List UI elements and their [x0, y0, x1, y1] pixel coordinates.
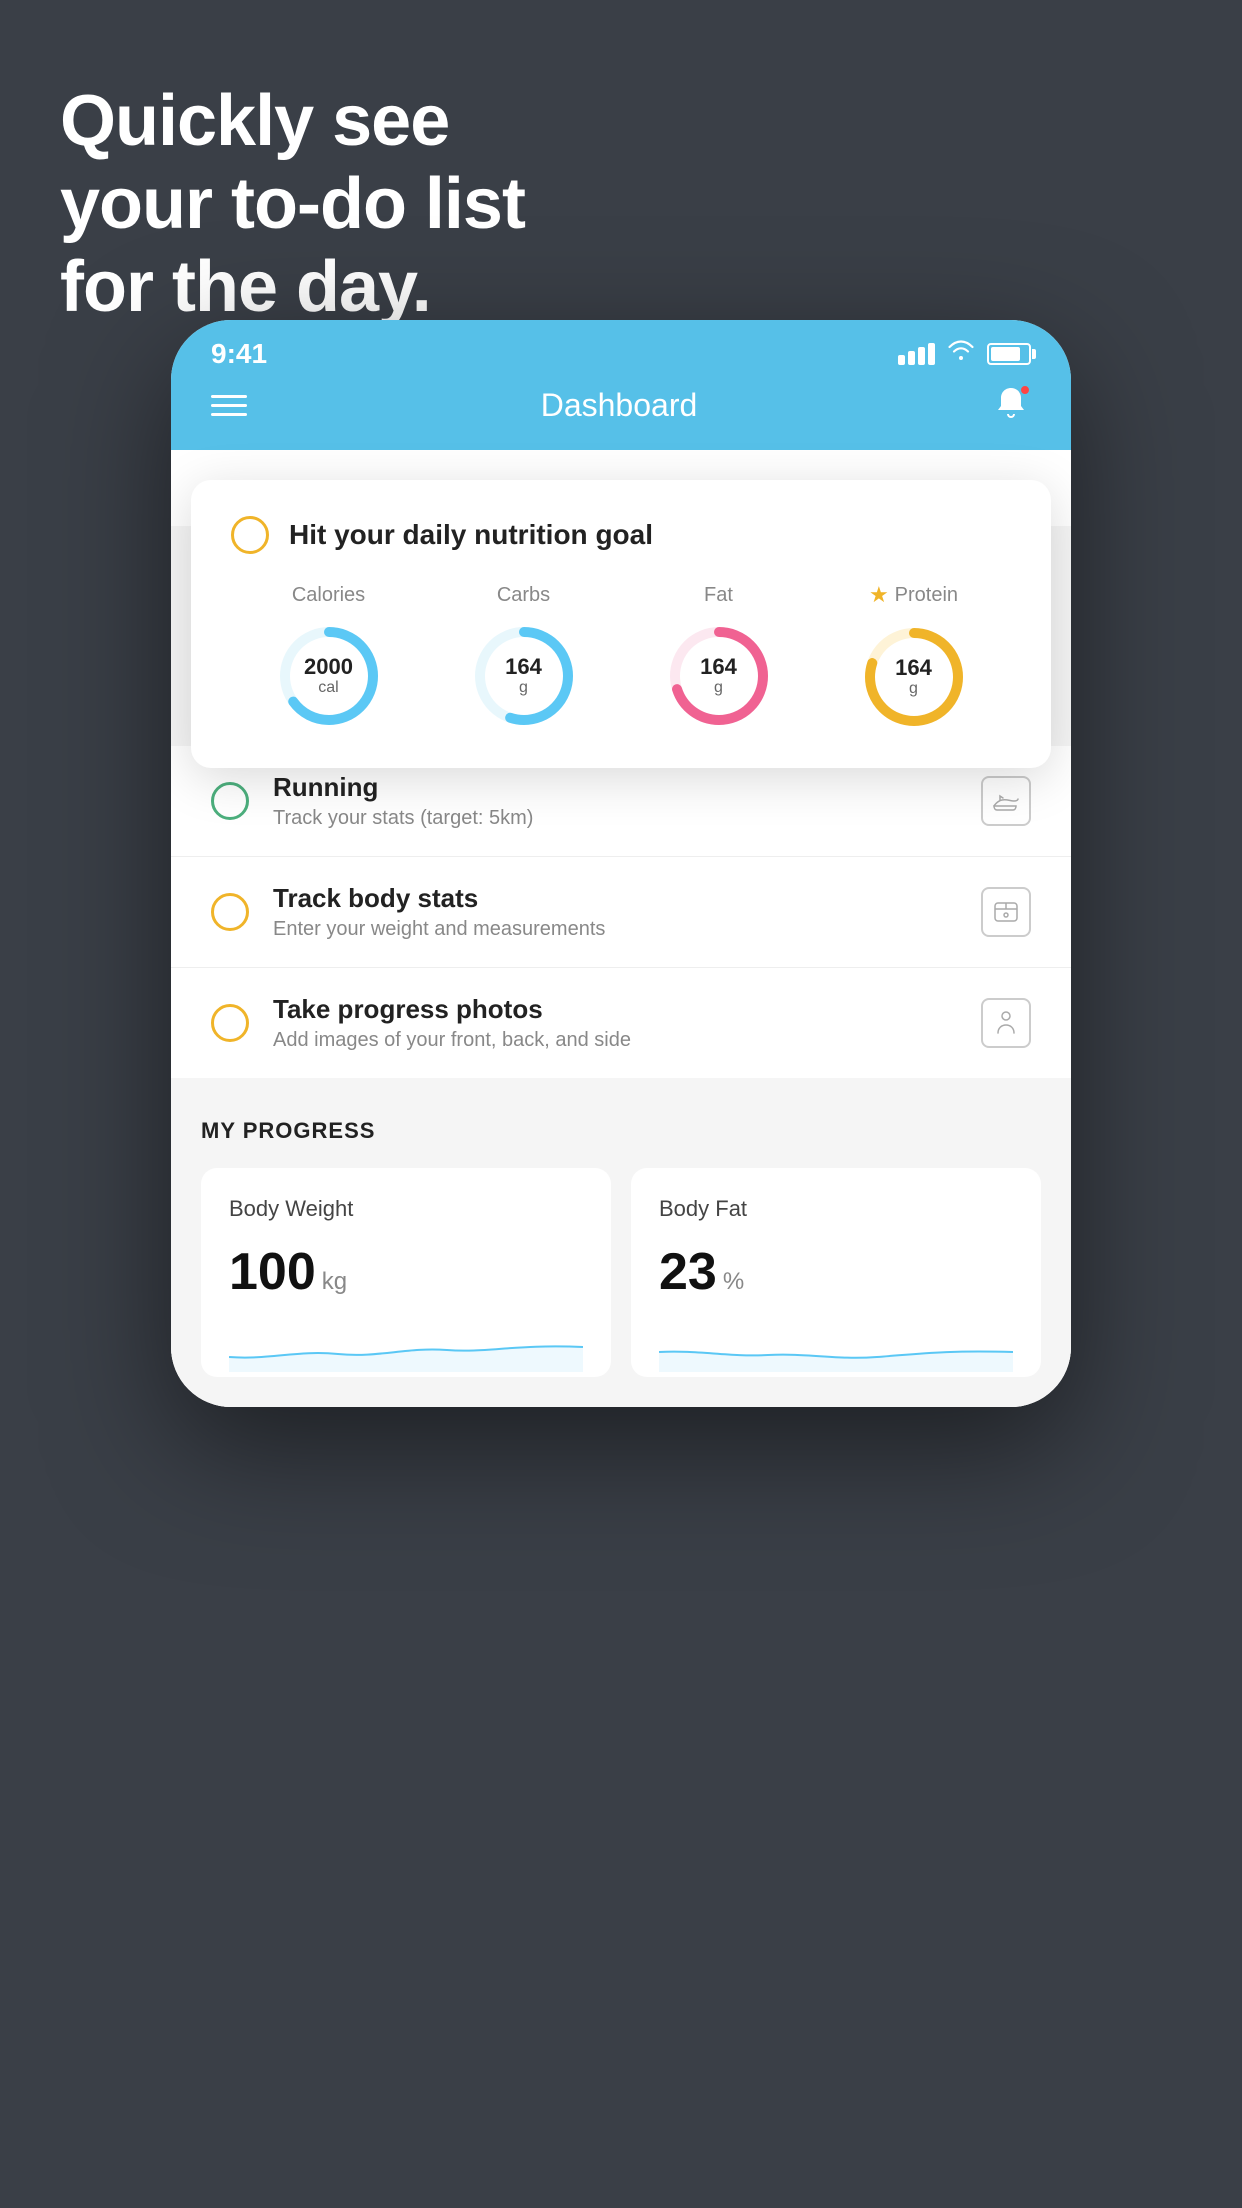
notification-dot	[1019, 384, 1031, 396]
carbs-unit: g	[519, 679, 528, 696]
body-fat-value-wrapper: 23 %	[659, 1242, 1013, 1302]
person-icon	[992, 1009, 1020, 1037]
photos-title: Take progress photos	[273, 994, 957, 1025]
running-title: Running	[273, 772, 957, 803]
hero-line2: your to-do list	[60, 163, 525, 246]
hero-line1: Quickly see	[60, 80, 525, 163]
progress-cards: Body Weight 100 kg Body Fat 23 %	[201, 1168, 1041, 1377]
fat-unit: g	[714, 679, 723, 696]
signal-icon	[898, 343, 935, 365]
nutrition-radio[interactable]	[231, 516, 269, 554]
todo-item-progress-photos[interactable]: Take progress photos Add images of your …	[171, 968, 1071, 1078]
body-fat-sparkline	[659, 1322, 1013, 1372]
calories-stat: Calories 2000 cal	[274, 584, 384, 731]
carbs-donut: 164 g	[469, 621, 579, 731]
protein-donut: 164 g	[859, 622, 969, 732]
shoe-icon-box	[981, 776, 1031, 826]
protein-label-wrapper: ★ Protein	[869, 582, 958, 608]
photos-subtitle: Add images of your front, back, and side	[273, 1029, 957, 1052]
body-fat-number: 23	[659, 1242, 717, 1302]
nutrition-card-header: Hit your daily nutrition goal	[231, 516, 1011, 554]
fat-stat: Fat 164 g	[664, 584, 774, 731]
calories-donut: 2000 cal	[274, 621, 384, 731]
battery-icon	[987, 343, 1031, 365]
body-weight-value-wrapper: 100 kg	[229, 1242, 583, 1302]
hamburger-menu[interactable]	[211, 395, 247, 416]
protein-unit: g	[909, 680, 918, 697]
protein-value: 164	[895, 656, 932, 680]
running-subtitle: Track your stats (target: 5km)	[273, 807, 957, 830]
body-weight-number: 100	[229, 1242, 316, 1302]
hero-text: Quickly see your to-do list for the day.	[60, 80, 525, 328]
carbs-label: Carbs	[497, 584, 550, 607]
running-text: Running Track your stats (target: 5km)	[273, 772, 957, 830]
body-weight-unit: kg	[322, 1268, 347, 1296]
progress-title: MY PROGRESS	[201, 1118, 1041, 1144]
nutrition-card-title: Hit your daily nutrition goal	[289, 519, 653, 551]
shoe-icon	[992, 787, 1020, 815]
scale-icon	[992, 898, 1020, 926]
status-bar: 9:41	[171, 320, 1071, 370]
calories-label: Calories	[292, 584, 365, 607]
notification-bell-icon[interactable]	[991, 384, 1031, 426]
body-weight-sparkline	[229, 1322, 583, 1372]
phone-frame: 9:41 Dashboard	[171, 320, 1071, 1407]
protein-label: Protein	[895, 584, 958, 607]
todo-item-body-stats[interactable]: Track body stats Enter your weight and m…	[171, 857, 1071, 968]
nutrition-card: Hit your daily nutrition goal Calories 2…	[191, 480, 1051, 768]
calories-value: 2000	[304, 654, 353, 678]
body-fat-card: Body Fat 23 %	[631, 1168, 1041, 1377]
fat-value: 164	[700, 654, 737, 678]
body-stats-text: Track body stats Enter your weight and m…	[273, 883, 957, 941]
calories-unit: cal	[318, 679, 338, 696]
body-stats-radio	[211, 893, 249, 931]
protein-stat: ★ Protein 164 g	[859, 582, 969, 732]
photos-text: Take progress photos Add images of your …	[273, 994, 957, 1052]
nutrition-stats: Calories 2000 cal Carbs	[231, 582, 1011, 732]
person-icon-box	[981, 998, 1031, 1048]
scale-icon-box	[981, 887, 1031, 937]
progress-section: MY PROGRESS Body Weight 100 kg B	[171, 1078, 1071, 1407]
body-stats-subtitle: Enter your weight and measurements	[273, 918, 957, 941]
photos-radio	[211, 1004, 249, 1042]
nav-title: Dashboard	[541, 387, 698, 424]
body-weight-card: Body Weight 100 kg	[201, 1168, 611, 1377]
carbs-stat: Carbs 164 g	[469, 584, 579, 731]
todo-list: Running Track your stats (target: 5km) T…	[171, 746, 1071, 1078]
top-nav: Dashboard	[171, 370, 1071, 450]
running-radio	[211, 782, 249, 820]
star-icon: ★	[869, 582, 889, 608]
body-stats-title: Track body stats	[273, 883, 957, 914]
body-fat-unit: %	[723, 1268, 744, 1296]
phone-content: THINGS TO DO TODAY Hit your daily nutrit…	[171, 450, 1071, 1407]
fat-donut: 164 g	[664, 621, 774, 731]
fat-label: Fat	[704, 584, 733, 607]
carbs-value: 164	[505, 654, 542, 678]
status-time: 9:41	[211, 338, 267, 370]
body-fat-title: Body Fat	[659, 1196, 1013, 1222]
wifi-icon	[947, 340, 975, 369]
body-weight-title: Body Weight	[229, 1196, 583, 1222]
status-icons	[898, 340, 1031, 369]
hero-line3: for the day.	[60, 246, 525, 329]
